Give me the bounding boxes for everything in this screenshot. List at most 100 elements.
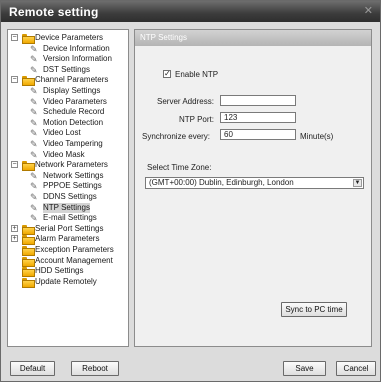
tree-label: Exception Parameters: [35, 245, 114, 254]
settings-tree: − Device Parameters ✎ Device Information ✎ Ve…: [7, 29, 129, 347]
tree-item[interactable]: ✎ Video Mask: [8, 150, 128, 160]
tree-item[interactable]: ✎ NTP Settings: [8, 202, 128, 213]
chevron-down-icon[interactable]: ▼: [353, 179, 362, 187]
tree-folder[interactable]: − Channel Parameters: [8, 75, 128, 87]
close-icon[interactable]: ✕: [364, 4, 373, 17]
tree-label: Channel Parameters: [35, 75, 109, 85]
tree-label: NTP Settings: [43, 202, 90, 213]
folder-icon: [22, 76, 35, 87]
tree-item[interactable]: ✎ Display Settings: [8, 86, 128, 96]
tree-label: Update Remotely: [35, 276, 97, 286]
settings-page-icon: ✎: [30, 54, 38, 65]
tree-folder[interactable]: Update Remotely: [8, 276, 128, 288]
tree-item[interactable]: ✎ DST Settings: [8, 65, 128, 75]
tree-label: PPPOE Settings: [43, 181, 102, 191]
tree-label: Device Parameters: [35, 33, 104, 42]
tree-label: Display Settings: [43, 86, 101, 95]
tree-item[interactable]: ✎ DDNS Settings: [8, 192, 128, 202]
tree-folder[interactable]: HDD Settings: [8, 266, 128, 278]
default-button[interactable]: Default: [10, 361, 55, 376]
tree-label: DST Settings: [43, 64, 90, 74]
tree-folder[interactable]: Account Management: [8, 255, 128, 267]
collapse-icon[interactable]: −: [11, 76, 18, 84]
folder-icon: [22, 161, 35, 172]
tree-item[interactable]: ✎ Video Lost: [8, 128, 128, 138]
enable-ntp-checkbox[interactable]: ✓: [163, 70, 171, 78]
settings-page-icon: ✎: [30, 192, 38, 202]
settings-page-icon: ✎: [30, 139, 38, 149]
settings-page-icon: ✎: [30, 170, 38, 181]
sync-to-pc-time-button[interactable]: Sync to PC time: [281, 302, 347, 317]
tree-label: Schedule Record: [43, 107, 105, 117]
tree-label: Video Tampering: [43, 139, 103, 148]
tree-label: Network Parameters: [35, 160, 108, 170]
tree-item[interactable]: ✎ E-mail Settings: [8, 213, 128, 223]
ntp-port-label: NTP Port:: [179, 115, 214, 124]
tree-label: HDD Settings: [35, 266, 84, 276]
settings-page-icon: ✎: [30, 86, 38, 96]
tree-item[interactable]: ✎ Network Settings: [8, 171, 128, 181]
tree-label: E-mail Settings: [43, 213, 97, 223]
tree-label: Video Parameters: [43, 96, 107, 106]
tree-label: Device Information: [43, 43, 110, 53]
expand-icon[interactable]: +: [11, 235, 18, 243]
ntp-port-input[interactable]: 123: [220, 112, 296, 123]
tree-item[interactable]: ✎ Video Parameters: [8, 97, 128, 107]
time-zone-label: Select Time Zone:: [147, 163, 212, 172]
panel-header: NTP Settings: [135, 30, 371, 46]
settings-page-icon: ✎: [30, 213, 38, 224]
tree-folder[interactable]: − Network Parameters: [8, 160, 128, 172]
tree-label: Account Management: [35, 255, 113, 265]
enable-ntp-label: Enable NTP: [175, 70, 219, 79]
remote-setting-window: Remote setting ✕ − Device Parameters ✎ Devi…: [0, 0, 381, 382]
tree-label: Network Settings: [43, 170, 104, 180]
expand-icon[interactable]: +: [11, 224, 18, 232]
settings-page-icon: ✎: [30, 117, 38, 128]
tree-label: DDNS Settings: [43, 192, 97, 201]
tree-item[interactable]: ✎ PPPOE Settings: [8, 181, 128, 191]
settings-page-icon: ✎: [30, 149, 38, 160]
synchronize-every-label: Synchronize every:: [142, 132, 211, 141]
minutes-unit-label: Minute(s): [300, 132, 334, 141]
settings-page-icon: ✎: [30, 64, 38, 75]
tree-item[interactable]: ✎ Version Information: [8, 54, 128, 64]
settings-page-icon: ✎: [30, 202, 38, 213]
tree-folder[interactable]: Exception Parameters: [8, 245, 128, 256]
settings-page-icon: ✎: [30, 107, 38, 118]
time-zone-select[interactable]: (GMT+00:00) Dublin, Edinburgh, London ▼: [145, 177, 364, 189]
folder-icon: [22, 246, 35, 256]
tree-label: Version Information: [43, 54, 112, 64]
folder-icon: [22, 235, 35, 246]
tree-label: Alarm Parameters: [35, 234, 100, 244]
tree-folder[interactable]: + Serial Port Settings: [8, 224, 128, 235]
reboot-button[interactable]: Reboot: [71, 361, 119, 376]
settings-page-icon: ✎: [30, 43, 38, 54]
folder-icon: [22, 277, 35, 288]
tree-folder[interactable]: + Alarm Parameters: [8, 234, 128, 246]
collapse-icon[interactable]: −: [11, 34, 18, 41]
tree-item[interactable]: ✎ Video Tampering: [8, 139, 128, 149]
tree-label: Video Lost: [43, 128, 81, 138]
window-title: Remote setting: [9, 5, 99, 19]
server-address-input[interactable]: [220, 95, 296, 106]
time-zone-value: (GMT+00:00) Dublin, Edinburgh, London: [149, 178, 294, 187]
server-address-label: Server Address:: [157, 97, 214, 106]
folder-icon: [22, 267, 35, 278]
tree-folder[interactable]: − Device Parameters: [8, 33, 128, 44]
cancel-button[interactable]: Cancel: [336, 361, 376, 376]
save-button[interactable]: Save: [283, 361, 326, 376]
tree-item[interactable]: ✎ Motion Detection: [8, 118, 128, 128]
tree-label: Motion Detection: [43, 117, 104, 127]
settings-page-icon: ✎: [30, 128, 38, 139]
ntp-settings-panel: NTP Settings ✓ Enable NTP Server Address…: [134, 29, 372, 347]
folder-icon: [22, 34, 35, 44]
folder-icon: [22, 224, 35, 235]
folder-icon: [22, 256, 35, 267]
settings-page-icon: ✎: [30, 181, 38, 192]
tree-item[interactable]: ✎ Schedule Record: [8, 107, 128, 117]
collapse-icon[interactable]: −: [11, 161, 18, 169]
synchronize-interval-input[interactable]: 60: [220, 129, 296, 140]
tree-item[interactable]: ✎ Device Information: [8, 44, 128, 54]
settings-page-icon: ✎: [30, 96, 38, 107]
title-bar[interactable]: Remote setting ✕: [1, 1, 380, 22]
